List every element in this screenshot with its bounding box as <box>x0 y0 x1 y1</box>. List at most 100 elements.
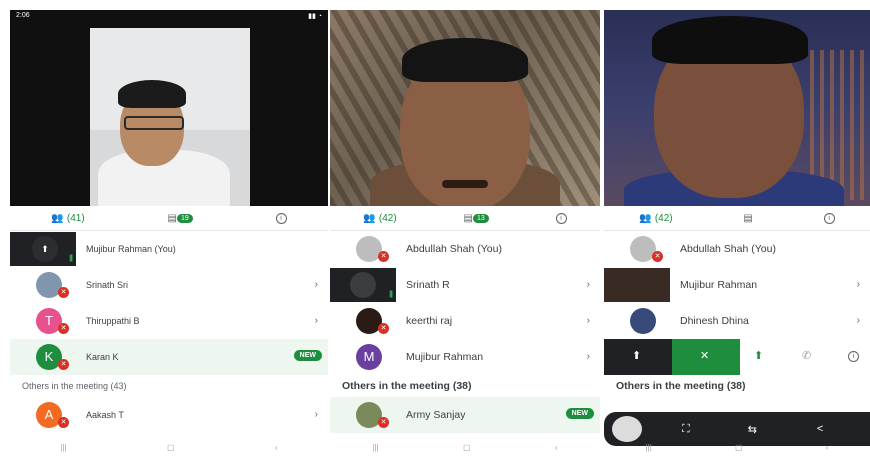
participant-name: keerthi raj <box>406 315 453 327</box>
list-item[interactable]: ⬆ ||| Mujibur Rahman (You) <box>10 231 328 267</box>
section-header: Others in the meeting (38) <box>616 380 746 392</box>
status-icons: ▮▮ ◔ <box>308 13 322 20</box>
home-icon[interactable]: ▢ <box>167 443 175 452</box>
chevron-right-icon[interactable]: › <box>857 315 860 326</box>
phone-screen-2: 👥 (42) ▤ 13 i ✕ Abdullah Shah (You) ||| Sr… <box>330 10 600 454</box>
tab-people[interactable]: 👥 (42) <box>639 213 672 224</box>
phone-screen-1: 2:06 ▮▮ ◔ 👥 (41) ▤ 19 i ⬆ ||| Mujibur Rahman… <box>10 10 328 454</box>
fullscreen-icon[interactable]: ⛶ <box>682 423 690 436</box>
mic-off-icon: ✕ <box>58 359 69 370</box>
list-item[interactable]: K ✕ Karan K NEW <box>10 339 328 375</box>
list-item[interactable]: T ✕ Thiruppathi B › <box>10 303 328 339</box>
recents-icon[interactable]: ||| <box>60 443 66 452</box>
call-icon[interactable]: ✆ <box>802 349 811 362</box>
chevron-right-icon[interactable]: › <box>315 279 318 290</box>
participant-list: ✕ Abdullah Shah (You) Mujibur Rahman › D… <box>604 231 870 397</box>
video-feed-1: 2:06 ▮▮ ◔ <box>10 10 328 206</box>
chevron-right-icon[interactable]: › <box>587 279 590 290</box>
mic-off-icon: ✕ <box>58 323 69 334</box>
avatar <box>630 308 656 334</box>
new-badge: NEW <box>565 408 594 419</box>
status-time: 2:06 <box>16 12 30 19</box>
mic-off-icon: ✕ <box>378 323 389 334</box>
people-count: (41) <box>66 212 85 224</box>
list-item[interactable]: Dhinesh Dhina › <box>604 303 870 339</box>
participant-name: Thiruppathi B <box>86 316 140 326</box>
list-item[interactable]: ✕ keerthi raj › <box>330 303 600 339</box>
chevron-right-icon[interactable]: › <box>315 315 318 326</box>
home-icon[interactable]: ▢ <box>735 443 743 452</box>
list-item[interactable]: A ✕ Aakash T › <box>10 397 328 433</box>
chevron-right-icon[interactable]: › <box>587 315 590 326</box>
participant-name: Srinath Sri <box>86 280 129 290</box>
participant-list: ⬆ ||| Mujibur Rahman (You) ✕ Srinath Sri … <box>10 231 328 433</box>
tab-info[interactable]: i <box>823 212 835 224</box>
recents-icon[interactable]: ||| <box>646 443 652 452</box>
list-item[interactable]: ||| Srinath R › <box>330 267 600 303</box>
list-item[interactable]: ✕ Army Sanjay NEW <box>330 397 600 433</box>
back-icon[interactable]: ‹ <box>275 443 278 452</box>
remove-button[interactable]: ✕ <box>672 339 740 375</box>
mic-off-icon: ✕ <box>378 251 389 262</box>
list-item[interactable]: ✕ Abdullah Shah (You) <box>604 231 870 267</box>
system-nav-bar: ||| ▢ ‹ <box>330 440 600 454</box>
system-nav-bar: ||| ▢ ‹ <box>604 440 870 454</box>
avatar <box>612 416 642 442</box>
mic-off-icon: ✕ <box>58 417 69 428</box>
tab-info[interactable]: i <box>555 212 567 224</box>
tab-chat[interactable]: ▤ <box>743 213 752 224</box>
info-icon[interactable]: i <box>848 351 859 362</box>
participant-name: Dhinesh Dhina <box>680 315 749 327</box>
participant-tabs: 👥 (41) ▤ 19 i <box>10 206 328 231</box>
chat-count-badge: 13 <box>472 213 489 223</box>
list-item[interactable]: ✕ Abdullah Shah (You) <box>330 231 600 267</box>
self-video-tile: ⬆ <box>604 339 672 375</box>
people-icon: 👥 <box>363 212 376 224</box>
chevron-right-icon[interactable]: › <box>857 279 860 290</box>
participant-name: Army Sanjay <box>406 409 466 421</box>
tab-people[interactable]: 👥 (41) <box>51 213 84 224</box>
people-count: (42) <box>654 212 673 224</box>
people-icon: 👥 <box>51 212 64 224</box>
swap-icon[interactable]: ⇆ <box>748 423 757 436</box>
avatar <box>350 272 376 298</box>
back-icon[interactable]: ‹ <box>826 443 829 452</box>
tab-info[interactable]: i <box>275 212 287 224</box>
participant-name: Mujibur Rahman (You) <box>86 244 176 254</box>
self-video-tile: ⬆ ||| <box>10 232 76 266</box>
back-icon[interactable]: ‹ <box>555 443 558 452</box>
participant-name: Aakash T <box>86 410 124 420</box>
video-feed-3 <box>604 10 870 206</box>
list-item[interactable]: Mujibur Rahman › <box>604 267 870 303</box>
people-count: (42) <box>378 212 397 224</box>
pin-participant-icon[interactable]: ⬆ <box>754 349 763 362</box>
participant-action-bar: ⬆ ✕ ⬆ ✆ i <box>604 339 870 375</box>
section-header: Others in the meeting (38) <box>342 380 472 392</box>
close-icon: ✕ <box>700 350 710 362</box>
chat-icon: ▤ <box>167 212 177 224</box>
participant-name: Mujibur Rahman <box>680 279 758 291</box>
chevron-right-icon[interactable]: › <box>315 409 318 420</box>
recents-icon[interactable]: ||| <box>372 443 378 452</box>
participant-name: Abdullah Shah (You) <box>406 243 502 255</box>
audio-level-icon: ||| <box>389 291 393 298</box>
mic-off-icon: ✕ <box>58 287 69 298</box>
people-icon: 👥 <box>639 212 652 224</box>
mic-off-icon: ✕ <box>652 251 663 262</box>
tab-chat[interactable]: ▤ 19 <box>167 212 193 224</box>
chevron-right-icon[interactable]: › <box>587 351 590 362</box>
list-item[interactable]: M Mujibur Rahman › <box>330 339 600 375</box>
tab-chat[interactable]: ▤ 13 <box>463 213 489 224</box>
home-icon[interactable]: ▢ <box>463 443 471 452</box>
status-bar: 2:06 ▮▮ ◔ <box>10 10 328 22</box>
pin-icon[interactable]: ⬆ <box>632 349 641 362</box>
participant-name: Srinath R <box>406 279 450 291</box>
chat-count-badge: 19 <box>176 213 193 223</box>
pin-icon: ⬆ <box>32 236 58 262</box>
phone-screen-3: 👥 (42) ▤ i ✕ Abdullah Shah (You) Mujibur … <box>604 10 870 454</box>
tab-people[interactable]: 👥 (42) <box>363 213 396 224</box>
list-item[interactable]: ✕ Srinath Sri › <box>10 267 328 303</box>
share-icon[interactable]: < <box>817 423 823 435</box>
mic-off-icon: ✕ <box>378 417 389 428</box>
info-icon: i <box>823 212 835 224</box>
